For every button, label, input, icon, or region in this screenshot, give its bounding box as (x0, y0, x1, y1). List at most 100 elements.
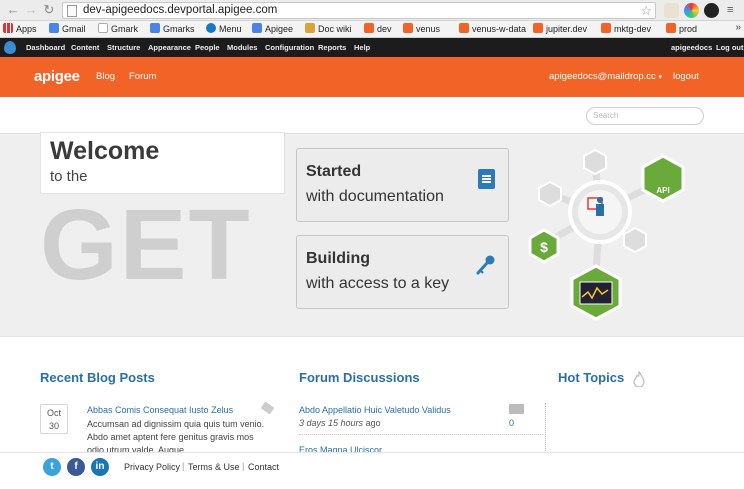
bookmark-label: Gmail (62, 24, 86, 34)
chevron-down-icon: ▾ (658, 74, 662, 81)
welcome-subheading: to the (50, 168, 88, 185)
bookmark-label: mktg-dev (614, 24, 652, 34)
wiki-icon (305, 23, 315, 33)
bookmark-venus[interactable]: venus (403, 23, 440, 36)
bookmark-apps[interactable]: Apps (3, 23, 37, 36)
bookmark-label: Apps (16, 24, 37, 34)
reload-icon[interactable]: ↻ (42, 3, 56, 17)
flame-icon (633, 371, 645, 387)
logout-link[interactable]: logout (673, 71, 699, 82)
admin-item-people[interactable]: People (195, 38, 220, 57)
admin-item-content[interactable]: Content (71, 38, 99, 57)
back-icon[interactable]: ← (6, 3, 20, 17)
extension-icon[interactable] (664, 3, 679, 18)
forum-topic-link[interactable]: Abdo Appellatio Huic Valetudo Validus (299, 405, 451, 415)
admin-item-modules[interactable]: Modules (227, 38, 257, 57)
footer-separator: | (182, 461, 185, 471)
user-email-menu[interactable]: apigeedocs@maildrop.cc ▾ (549, 71, 662, 82)
card-subtitle: with documentation (306, 188, 444, 205)
bookmark-venus-w-data[interactable]: venus-w-data (459, 23, 526, 36)
bookmark-label: prod (679, 24, 698, 34)
admin-item-dashboard[interactable]: Dashboard (26, 38, 65, 57)
page-icon (67, 5, 77, 17)
post-day: 30 (48, 421, 59, 431)
blog-post-excerpt-line: Accumsan ad dignissim quia quis tum veni… (87, 419, 265, 429)
forum-reply-count[interactable]: 0 (509, 418, 514, 428)
url-text[interactable]: dev-apigeedocs.devportal.apigee.com (83, 4, 277, 16)
drupal-logo-icon[interactable] (4, 41, 16, 54)
star-icon[interactable]: ☆ (640, 3, 652, 19)
card-title: Building (306, 250, 370, 267)
bookmark-label: Gmarks (163, 24, 195, 34)
comments-icon (509, 404, 524, 414)
admin-logout-link[interactable]: Log out (716, 38, 744, 57)
admin-item-reports[interactable]: Reports (318, 38, 346, 57)
linkedin-icon[interactable]: in (91, 458, 109, 476)
bookmark-label: dev (377, 24, 392, 34)
apigee-icon (364, 23, 374, 33)
twitter-icon[interactable]: t (43, 458, 61, 476)
contact-link[interactable]: Contact (248, 462, 279, 472)
bookmark-jupiter-dev[interactable]: jupiter.dev (533, 23, 587, 36)
footer-separator: | (242, 461, 245, 471)
admin-item-help[interactable]: Help (354, 38, 370, 57)
bookmark-gmail[interactable]: Gmail (49, 23, 86, 36)
admin-user-link[interactable]: apigeedocs (671, 38, 712, 57)
admin-menu-bar: Dashboard Content Structure Appearance P… (0, 38, 744, 57)
facebook-icon[interactable]: f (67, 458, 85, 476)
apigee-icon (666, 23, 676, 33)
apps-icon (3, 23, 13, 33)
extension-dark-icon[interactable] (704, 3, 719, 18)
forward-icon[interactable]: → (24, 3, 38, 17)
user-email: apigeedocs@maildrop.cc (549, 71, 656, 82)
api-hex-graphic: API $ (528, 148, 685, 321)
more-bookmarks-icon[interactable]: » (735, 22, 741, 33)
menu-icon[interactable]: ≡ (727, 4, 733, 16)
bookmark-label: Doc wiki (318, 24, 352, 34)
bookmark-prod[interactable]: prod (666, 23, 697, 36)
bookmark-label: venus-w-data (472, 24, 527, 34)
bookmark-doc-wiki[interactable]: Doc wiki (305, 23, 352, 36)
site-header: apigee Blog Forum apigeedocs@maildrop.cc… (0, 57, 744, 97)
google-icon (150, 23, 160, 33)
bookmark-menu[interactable]: Menu (206, 23, 242, 36)
bookmark-label: venus (416, 24, 441, 34)
nav-forum[interactable]: Forum (129, 71, 156, 82)
address-bar[interactable]: dev-apigeedocs.devportal.apigee.com ☆ (62, 2, 656, 19)
admin-item-configuration[interactable]: Configuration (265, 38, 314, 57)
blog-post-link[interactable]: Abbas Comis Consequat Iusto Zelus (87, 405, 233, 415)
bookmark-mktg-dev[interactable]: mktg-dev (601, 23, 651, 36)
bookmark-label: Gmark (111, 24, 138, 34)
bookmark-dev[interactable]: dev (364, 23, 392, 36)
nav-blog[interactable]: Blog (96, 71, 115, 82)
forum-topic-age: 3 days 15 hours ago (299, 418, 381, 428)
bookmarks-bar: Apps Gmail Gmark Gmarks Menu Apigee Doc … (0, 21, 744, 38)
apigee-logo[interactable]: apigee (34, 68, 80, 85)
tag-icon (260, 401, 275, 415)
post-date-badge: Oct 30 (40, 404, 68, 434)
hot-topics-title: Hot Topics (558, 370, 625, 385)
apigee-icon (601, 23, 611, 33)
color-picker-icon[interactable] (684, 3, 699, 18)
search-input[interactable]: Search (586, 107, 704, 125)
admin-item-appearance[interactable]: Appearance (148, 38, 191, 57)
post-month: Oct (46, 408, 61, 418)
bookmark-label: Apigee (265, 24, 294, 34)
bookmark-apigee[interactable]: Apigee (252, 23, 293, 36)
forum-discussions-title: Forum Discussions (299, 370, 420, 385)
drupal-icon (206, 23, 216, 33)
welcome-heading: Welcome (50, 137, 160, 165)
google-icon (49, 23, 59, 33)
bookmark-gmarks[interactable]: Gmarks (150, 23, 195, 36)
terms-link[interactable]: Terms & Use (188, 462, 240, 472)
bookmark-label: Menu (219, 24, 242, 34)
privacy-policy-link[interactable]: Privacy Policy (124, 462, 180, 472)
card-subtitle: with access to a key (306, 275, 450, 292)
forum-topic-age-suffix: ago (365, 418, 381, 428)
forum-row-divider (299, 434, 543, 435)
browser-toolbar: ← → ↻ dev-apigeedocs.devportal.apigee.co… (0, 0, 744, 21)
admin-item-structure[interactable]: Structure (107, 38, 140, 57)
hero-get-text: GET (40, 189, 252, 301)
bookmark-gmark[interactable]: Gmark (98, 23, 138, 36)
key-icon (476, 255, 495, 275)
